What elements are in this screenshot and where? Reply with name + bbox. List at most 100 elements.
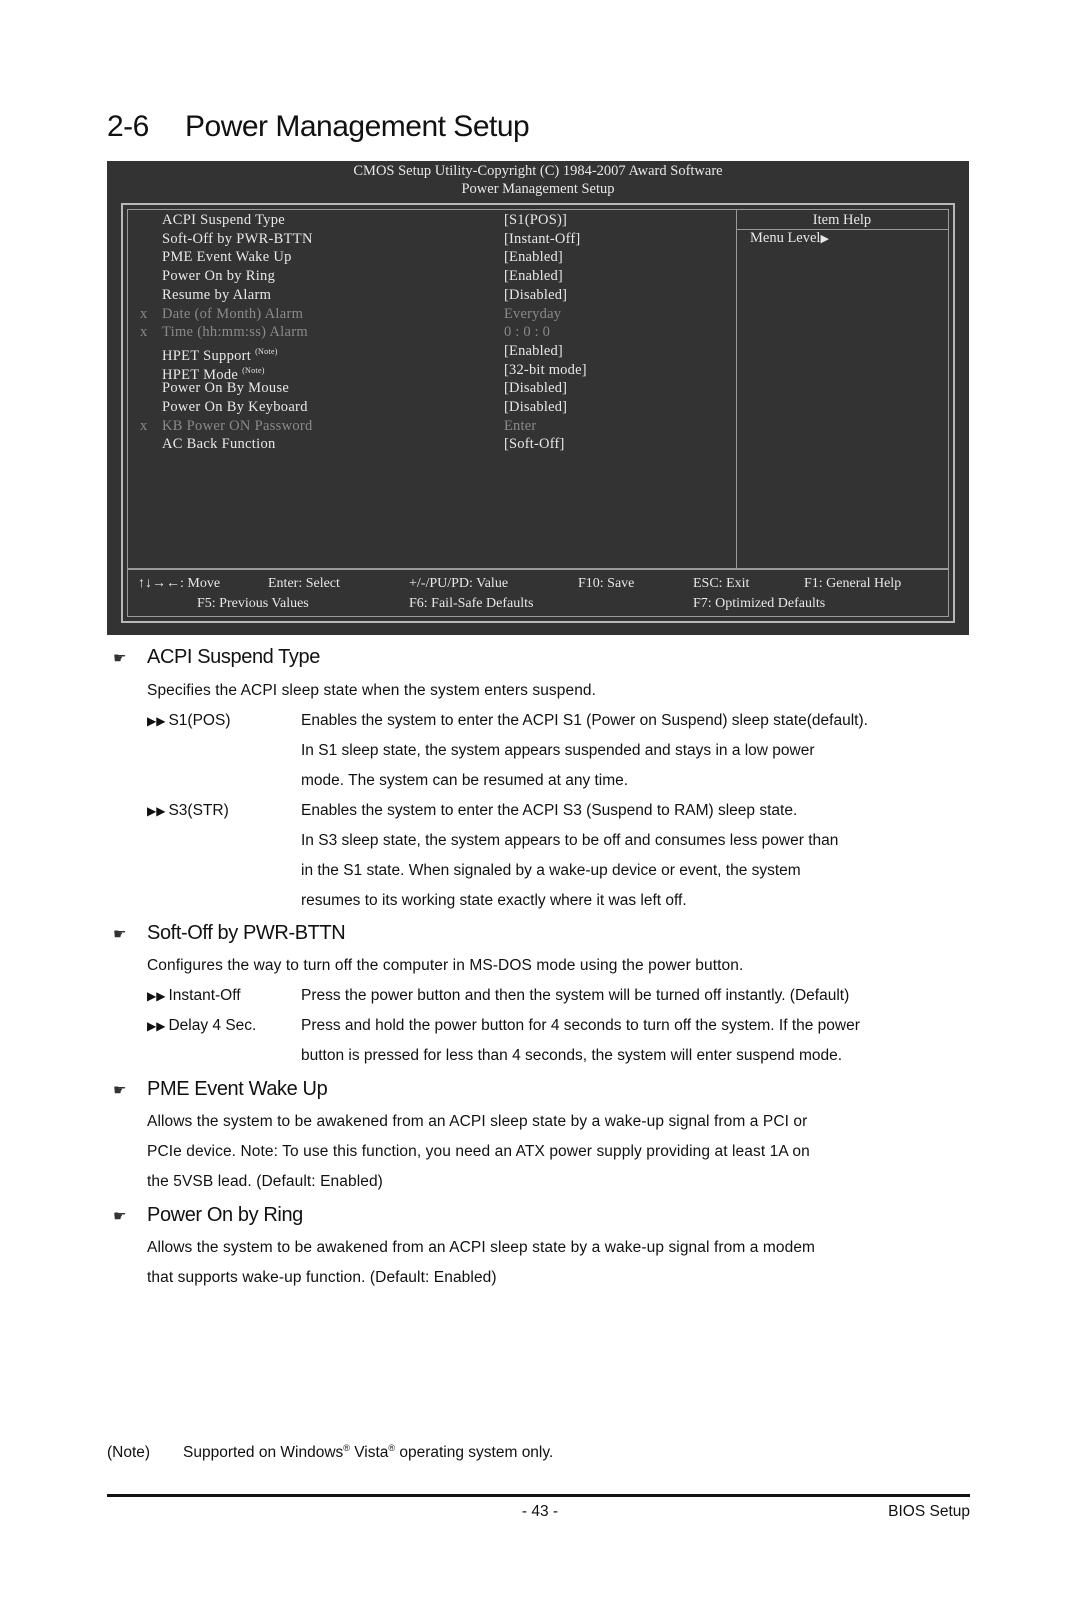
setting-label-text: Resume by Alarm [162, 286, 272, 303]
disabled-marker: x [140, 324, 148, 341]
option-desc-line: Enables the system to enter the ACPI S3 … [301, 802, 798, 819]
footnote: (Note) Supported on Windows® Vista® opera… [107, 1443, 553, 1462]
key-f6: F6: Fail-Safe Defaults [409, 596, 534, 611]
footnote-tag: (Note) [107, 1444, 151, 1462]
registered-mark: ® [343, 1443, 350, 1453]
setting-value: 0 : 0 : 0 [504, 324, 551, 341]
key-f10: F10: Save [578, 576, 635, 591]
double-arrow-icon: ▶▶ [147, 1019, 166, 1033]
setting-label: AC Back Function [162, 435, 276, 454]
option-instant-off: ▶▶ Instant-Off [147, 987, 241, 1005]
option-name: S1(POS) [168, 712, 231, 729]
item-help-title: Item Help [812, 212, 872, 228]
heading-soft-off: ☛ Soft-Off by PWR-BTTN [113, 922, 346, 945]
page-title: 2-6 Power Management Setup [107, 110, 530, 144]
pointing-hand-icon: ☛ [113, 650, 127, 667]
key-f1: F1: General Help [804, 576, 902, 591]
setting-label: Resume by Alarm [162, 286, 271, 305]
setting-value[interactable]: [Soft-Off] [504, 435, 565, 454]
footer-section-name: BIOS Setup [888, 1503, 970, 1520]
setting-label-text: KB Power ON Password [162, 417, 313, 434]
setting-value: Everyday [504, 305, 562, 322]
option-desc-line: resumes to its working state exactly whe… [301, 892, 687, 909]
setting-label-text: Date (of Month) Alarm [162, 305, 304, 322]
setting-label-text: PME Event Wake Up [162, 249, 292, 266]
setting-label-text: Soft-Off by PWR-BTTN [162, 230, 313, 247]
key-move: ↑↓→←: Move [138, 576, 221, 591]
bios-inner-frame: Item Help Menu Level▶ ACPI Suspend Type [… [127, 209, 949, 617]
menu-level-label: Menu Level [750, 230, 821, 246]
key-enter: Enter: Select [268, 576, 340, 591]
setting-label-text: Power On by Ring [162, 268, 276, 285]
option-desc-line: Press and hold the power button for 4 se… [301, 1017, 860, 1034]
setting-value[interactable]: [Disabled] [504, 398, 567, 417]
double-arrow-icon: ▶▶ [147, 804, 166, 818]
setting-label: PME Event Wake Up [162, 248, 292, 267]
setting-value[interactable]: [Enabled] [504, 248, 563, 267]
bios-screen: CMOS Setup Utility-Copyright (C) 1984-20… [107, 161, 969, 635]
setting-label: Time (hh:mm:ss) Alarm [162, 323, 308, 342]
bios-key-legend: ↑↓→←: Move Enter: Select +/-/PU/PD: Valu… [128, 572, 948, 620]
pme-line: the 5VSB lead. (Default: Enabled) [147, 1173, 383, 1190]
option-desc-line: Enables the system to enter the ACPI S1 … [301, 712, 868, 729]
menu-level: Menu Level▶ [750, 230, 829, 247]
double-arrow-icon: ▶▶ [147, 714, 166, 728]
bios-divider-vertical [736, 210, 737, 568]
option-desc-line: In S3 sleep state, the system appears to… [301, 832, 839, 849]
setting-value[interactable]: [Instant-Off] [504, 230, 580, 249]
option-desc-line: mode. The system can be resumed at any t… [301, 772, 629, 789]
option-desc-line: In S1 sleep state, the system appears su… [301, 742, 815, 759]
option-desc-line: in the S1 state. When signaled by a wake… [301, 862, 801, 879]
disabled-marker: x [140, 305, 148, 322]
pointing-hand-icon: ☛ [113, 926, 127, 943]
bios-divider-horizontal [128, 568, 948, 570]
heading-text: Soft-Off by PWR-BTTN [147, 922, 346, 944]
pme-line: PCIe device. Note: To use this function,… [147, 1143, 810, 1160]
heading-text: PME Event Wake Up [147, 1078, 328, 1100]
setting-label-text: Time (hh:mm:ss) Alarm [162, 324, 308, 341]
setting-value[interactable]: [Enabled] [504, 342, 563, 361]
option-s3-str: ▶▶ S3(STR) [147, 802, 229, 820]
footer-rule [107, 1494, 970, 1497]
setting-value[interactable]: [Disabled] [504, 379, 567, 398]
heading-text: ACPI Suspend Type [147, 646, 320, 668]
setting-value: Enter [504, 417, 537, 434]
setting-label: Power On By Keyboard [162, 398, 308, 417]
setting-value[interactable]: [Disabled] [504, 286, 567, 305]
heading-pme-event: ☛ PME Event Wake Up [113, 1078, 328, 1101]
ring-line: Allows the system to be awakened from an… [147, 1239, 816, 1256]
setting-value[interactable]: [S1(POS)] [504, 211, 567, 230]
section-number: 2-6 [107, 110, 149, 143]
pme-line: Allows the system to be awakened from an… [147, 1113, 808, 1130]
section-title: Power Management Setup [185, 110, 530, 143]
option-s1-pos: ▶▶ S1(POS) [147, 712, 230, 730]
option-name: S3(STR) [168, 802, 229, 819]
note-superscript: (Note) [242, 365, 265, 375]
setting-label: Date (of Month) Alarm [162, 305, 303, 324]
setting-value[interactable]: [Enabled] [504, 267, 563, 286]
heading-text: Power On by Ring [147, 1204, 303, 1226]
setting-label: Power On by Ring [162, 267, 275, 286]
setting-label-text: Power On By Mouse [162, 380, 290, 397]
setting-label: KB Power ON Password [162, 417, 313, 436]
key-f7: F7: Optimized Defaults [693, 596, 826, 611]
heading-power-on-ring: ☛ Power On by Ring [113, 1204, 303, 1227]
triangle-right-icon: ▶ [820, 233, 829, 245]
acpi-intro: Specifies the ACPI sleep state when the … [147, 682, 597, 699]
key-esc: ESC: Exit [693, 576, 750, 591]
key-f5: F5: Previous Values [197, 596, 309, 611]
bios-frame: Item Help Menu Level▶ ACPI Suspend Type [… [121, 203, 955, 623]
footnote-text: Supported on Windows [183, 1444, 344, 1462]
setting-label: ACPI Suspend Type [162, 211, 285, 230]
heading-acpi-suspend-type: ☛ ACPI Suspend Type [113, 646, 320, 669]
pointing-hand-icon: ☛ [113, 1082, 127, 1099]
pointing-hand-icon: ☛ [113, 1208, 127, 1225]
setting-label: Power On By Mouse [162, 379, 289, 398]
option-delay-4-sec: ▶▶ Delay 4 Sec. [147, 1017, 256, 1035]
setting-label-text: ACPI Suspend Type [162, 212, 286, 228]
footnote-text: operating system only. [395, 1444, 554, 1462]
bios-copyright: CMOS Setup Utility-Copyright (C) 1984-20… [353, 163, 723, 179]
note-superscript: (Note) [255, 346, 278, 356]
softoff-intro: Configures the way to turn off the compu… [147, 957, 744, 974]
setting-value[interactable]: [32-bit mode] [504, 361, 587, 380]
